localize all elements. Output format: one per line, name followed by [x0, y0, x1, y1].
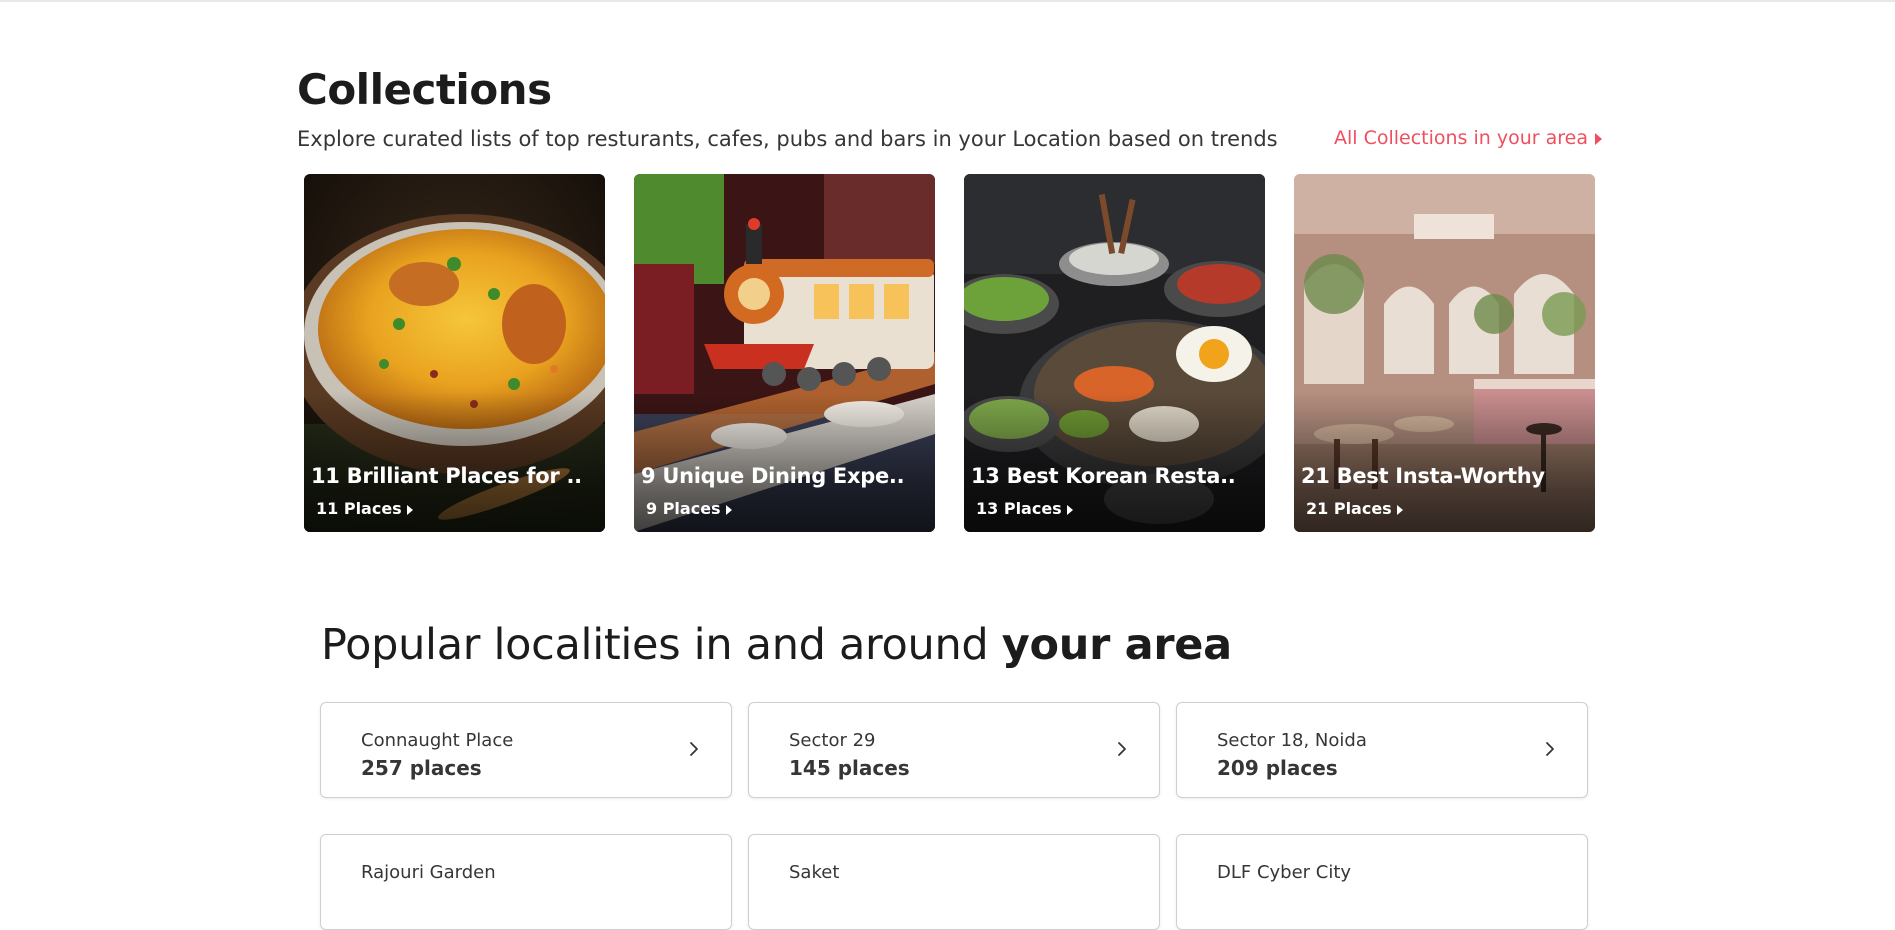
collection-card[interactable]: 11 Brilliant Places for .. 11 Places [304, 174, 605, 532]
collections-subrow: Explore curated lists of top resturants,… [297, 127, 1602, 155]
all-collections-label: All Collections in your area [1333, 127, 1588, 149]
collection-card[interactable]: 13 Best Korean Resta.. 13 Places [964, 174, 1265, 532]
caret-right-icon [1066, 504, 1073, 515]
card-title: 11 Brilliant Places for .. [311, 464, 582, 488]
chevron-right-icon [690, 742, 698, 756]
card-count: 13 Places [976, 499, 1073, 518]
chevron-right-icon [1546, 742, 1554, 756]
card-count-label: 9 Places [646, 499, 721, 518]
caret-right-icon [725, 504, 732, 515]
locality-card[interactable]: Saket [748, 834, 1160, 930]
locality-places: 209 places [1217, 756, 1338, 780]
locality-card[interactable]: Connaught Place 257 places [320, 702, 732, 798]
collection-cards: 11 Brilliant Places for .. 11 Places 9 U… [304, 174, 1604, 532]
locality-name: Sector 29 [789, 730, 876, 751]
caret-right-icon [1595, 132, 1602, 145]
card-count-label: 11 Places [316, 499, 402, 518]
collections-subtitle: Explore curated lists of top resturants,… [297, 127, 1278, 151]
caret-right-icon [1396, 504, 1403, 515]
locality-card[interactable]: DLF Cyber City [1176, 834, 1588, 930]
locality-name: Saket [789, 862, 840, 883]
locality-name: DLF Cyber City [1217, 862, 1352, 883]
locality-places: 257 places [361, 756, 482, 780]
locality-card[interactable]: Sector 29 145 places [748, 702, 1160, 798]
popular-heading-bold: your area [1001, 620, 1232, 670]
collections-section: Collections Explore curated lists of top… [297, 62, 1602, 155]
chevron-right-icon [1118, 742, 1126, 756]
card-count: 11 Places [316, 499, 413, 518]
card-title: 13 Best Korean Resta.. [971, 464, 1236, 488]
top-divider [0, 0, 1895, 2]
popular-heading-prefix: Popular localities in and around [321, 620, 1002, 670]
card-count-label: 13 Places [976, 499, 1062, 518]
locality-card[interactable]: Sector 18, Noida 209 places [1176, 702, 1588, 798]
collection-card[interactable]: 9 Unique Dining Expe.. 9 Places [634, 174, 935, 532]
card-title: 9 Unique Dining Expe.. [641, 464, 905, 488]
all-collections-link[interactable]: All Collections in your area [1334, 127, 1602, 149]
collection-card[interactable]: 21 Best Insta-Worthy 21 Places [1294, 174, 1595, 532]
locality-places: 145 places [789, 756, 910, 780]
locality-name: Rajouri Garden [361, 862, 496, 883]
card-count-label: 21 Places [1306, 499, 1392, 518]
popular-localities-heading: Popular localities in and around your ar… [321, 620, 1232, 670]
card-count: 21 Places [1306, 499, 1403, 518]
collections-heading: Collections [297, 65, 552, 114]
locality-name: Connaught Place [361, 730, 514, 751]
caret-right-icon [406, 504, 413, 515]
locality-name: Sector 18, Noida [1217, 730, 1367, 751]
card-title: 21 Best Insta-Worthy [1301, 464, 1545, 488]
card-count: 9 Places [646, 499, 732, 518]
locality-card[interactable]: Rajouri Garden [320, 834, 732, 930]
